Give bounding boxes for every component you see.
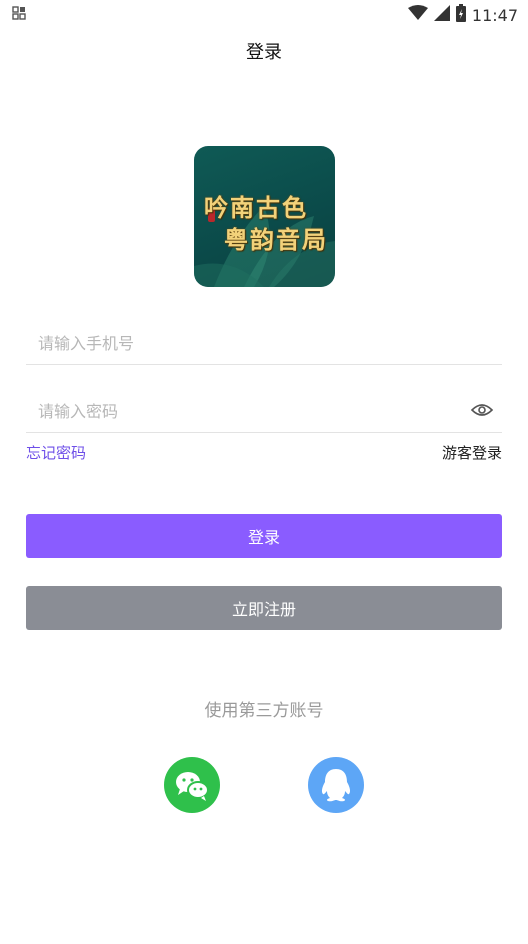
guest-login-link[interactable]: 游客登录	[442, 442, 502, 463]
third-party-title: 使用第三方账号	[204, 701, 324, 721]
logo-text-line2: 粤韵音局	[224, 225, 328, 254]
qq-login-button[interactable]	[308, 757, 364, 813]
login-button[interactable]: 登录	[26, 514, 502, 558]
wifi-icon	[407, 5, 428, 25]
password-input[interactable]	[36, 396, 460, 426]
qq-icon	[321, 769, 351, 802]
phone-input[interactable]	[36, 328, 460, 358]
app-logo: 吟南古色 粤韵音局	[194, 146, 335, 287]
phone-field[interactable]	[26, 320, 502, 365]
battery-icon	[455, 4, 466, 26]
register-button[interactable]: 立即注册	[26, 586, 502, 630]
status-bar: 11:47	[0, 0, 528, 28]
page-title: 登录	[246, 42, 282, 63]
link-row: 忘记密码 游客登录	[26, 442, 502, 464]
wechat-icon	[176, 772, 209, 801]
logo-text-line1: 吟南古色	[204, 193, 308, 222]
signal-icon	[433, 5, 450, 25]
password-field[interactable]	[26, 388, 502, 433]
forgot-password-link[interactable]: 忘记密码	[26, 442, 86, 463]
wechat-login-button[interactable]	[164, 757, 220, 813]
notification-icon	[12, 6, 26, 23]
eye-icon[interactable]	[470, 400, 494, 420]
status-time: 11:47	[471, 5, 518, 25]
